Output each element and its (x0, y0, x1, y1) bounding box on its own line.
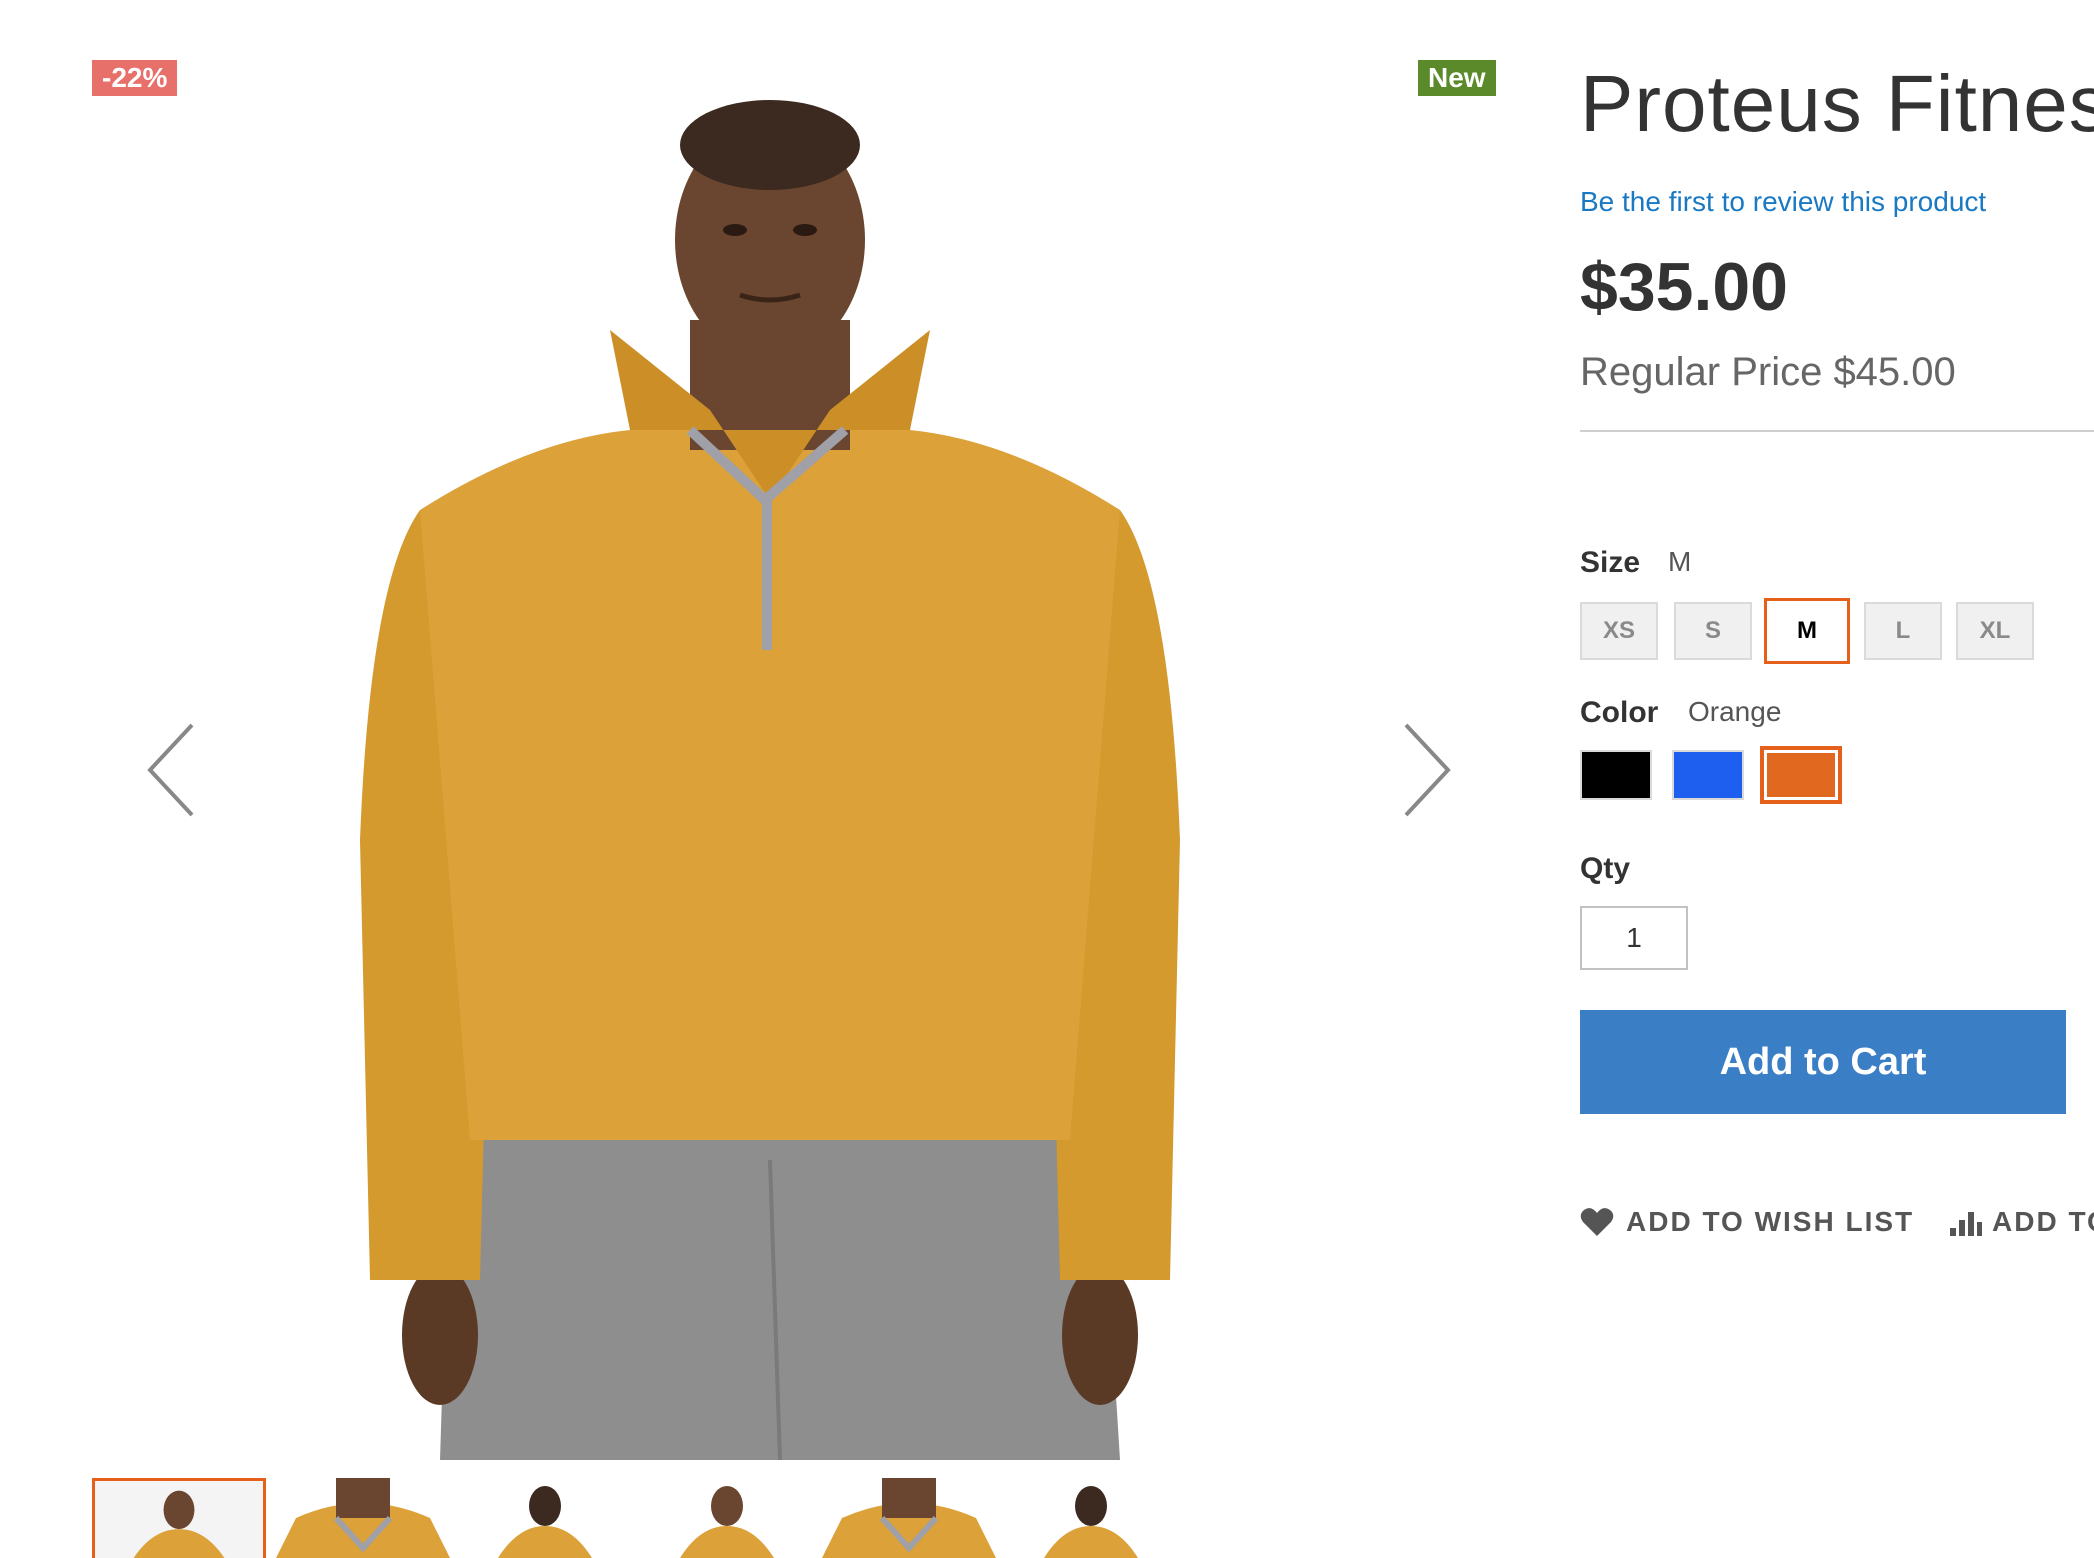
qty-label: Qty (1580, 852, 1631, 885)
size-option-xl[interactable]: XL (1956, 602, 2034, 660)
thumbnail-collar-closeup[interactable] (276, 1478, 450, 1558)
size-option-xs[interactable]: XS (1580, 602, 1658, 660)
size-label: Size (1580, 546, 1641, 579)
regular-price: Regular Price $45.00 (1580, 350, 1956, 394)
thumbnail-front-zoomed-out[interactable] (92, 1478, 266, 1558)
size-option-s[interactable]: S (1674, 602, 1752, 660)
divider (1580, 430, 2094, 432)
final-price: $35.00 (1580, 249, 1788, 325)
product-gallery: -22% New (0, 0, 1530, 1558)
product-main-image[interactable] (330, 80, 1210, 1460)
thumbnail-front[interactable] (640, 1478, 814, 1558)
previous-image-button[interactable] (142, 720, 202, 820)
chevron-right-icon (1404, 723, 1451, 817)
product-title: Proteus Fitnes (1580, 59, 2094, 148)
thumbnail-back[interactable] (458, 1478, 632, 1558)
next-image-button[interactable] (1396, 720, 1456, 820)
color-label: Color (1580, 696, 1659, 729)
color-option-blue[interactable] (1672, 750, 1744, 800)
add-to-compare-link[interactable]: ADD TO (1950, 1202, 2094, 1242)
color-selected-value: Orange (1688, 696, 1782, 727)
thumbnail-back-2[interactable] (1004, 1478, 1178, 1558)
add-to-wish-list-link[interactable]: ADD TO WISH LIST (1580, 1202, 1914, 1242)
color-option-black[interactable] (1580, 750, 1652, 800)
add-to-cart-button[interactable]: Add to Cart (1580, 1010, 2066, 1114)
wish-list-label: ADD TO WISH LIST (1626, 1206, 1915, 1237)
size-selected-value: M (1668, 546, 1692, 577)
review-link[interactable]: Be the first to review this product (1580, 186, 1986, 218)
new-badge: New (1418, 60, 1496, 96)
chevron-left-icon (147, 723, 194, 817)
heart-icon (1580, 1208, 1614, 1236)
discount-badge: -22% (92, 60, 178, 96)
size-option-m[interactable]: M (1764, 598, 1850, 664)
thumbnail-strip (92, 1478, 1332, 1558)
qty-input[interactable] (1580, 906, 1688, 970)
compare-label: ADD TO (1992, 1206, 2094, 1237)
size-option-l[interactable]: L (1864, 602, 1942, 660)
product-info: Proteus Fitnes Be the first to review th… (1580, 0, 2094, 1558)
color-option-orange[interactable] (1760, 746, 1842, 804)
thumbnail-collar-closeup-2[interactable] (822, 1478, 996, 1558)
bar-chart-icon (1950, 1212, 1982, 1236)
